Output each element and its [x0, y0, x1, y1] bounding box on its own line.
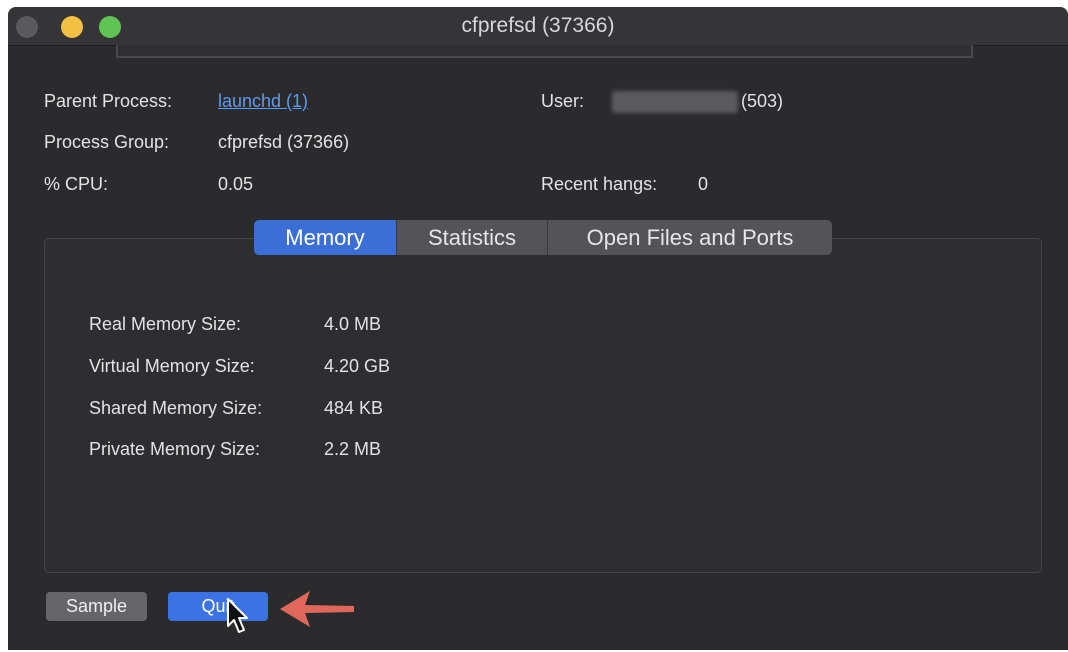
process-info-window: cfprefsd (37366) Parent Process: launchd… [8, 7, 1068, 650]
sample-button[interactable]: Sample [46, 592, 147, 621]
recent-hangs-value: 0 [698, 174, 709, 194]
parent-process-link[interactable]: launchd (1) [218, 91, 308, 112]
tab-open-files-and-ports[interactable]: Open Files and Ports [547, 220, 832, 255]
virtual-memory-label: Virtual Memory Size: [89, 356, 255, 376]
private-memory-value: 2.2 MB [324, 439, 382, 459]
parent-process-label: Parent Process: [44, 91, 173, 111]
shared-memory-label: Shared Memory Size: [89, 398, 263, 418]
user-id-value: (503) [741, 91, 784, 111]
tab-statistics[interactable]: Statistics [396, 220, 547, 255]
mouse-pointer-icon [227, 598, 248, 633]
private-memory-label: Private Memory Size: [89, 439, 261, 459]
tab-bar: Memory Statistics Open Files and Ports [254, 220, 832, 255]
sheet-edge [116, 45, 973, 58]
tab-memory[interactable]: Memory [254, 220, 396, 255]
cpu-label: % CPU: [44, 174, 109, 194]
real-memory-value: 4.0 MB [324, 314, 382, 334]
quit-button[interactable]: Quit [168, 592, 268, 621]
annotation-arrow-icon [280, 591, 354, 627]
recent-hangs-label: Recent hangs: [541, 174, 658, 194]
process-group-value: cfprefsd (37366) [218, 132, 350, 152]
redacted-username [612, 91, 738, 113]
cpu-value: 0.05 [218, 174, 254, 194]
real-memory-label: Real Memory Size: [89, 314, 242, 334]
virtual-memory-value: 4.20 GB [324, 356, 391, 376]
window-title: cfprefsd (37366) [461, 14, 615, 37]
shared-memory-value: 484 KB [324, 398, 384, 418]
user-label: User: [541, 91, 585, 111]
title-bar[interactable]: cfprefsd (37366) [8, 7, 1068, 46]
process-group-label: Process Group: [44, 132, 170, 152]
